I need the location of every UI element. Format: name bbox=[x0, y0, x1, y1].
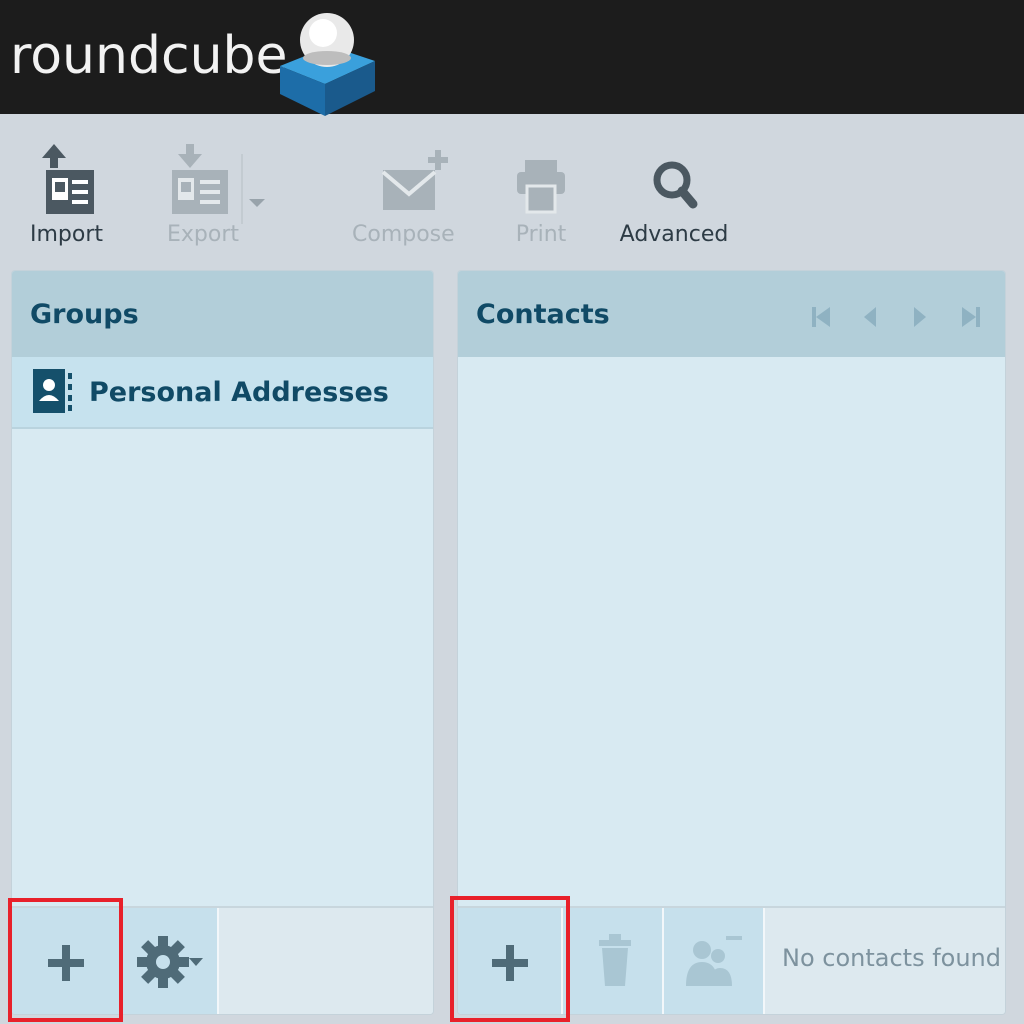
remove-from-group-button[interactable] bbox=[664, 908, 763, 1014]
address-book-icon bbox=[33, 369, 72, 413]
delete-contact-button[interactable] bbox=[563, 908, 662, 1014]
groups-header: Groups bbox=[12, 271, 433, 357]
import-button[interactable]: Import bbox=[30, 144, 103, 247]
logo-text: roundcube bbox=[10, 26, 288, 86]
previous-page-icon[interactable] bbox=[860, 305, 880, 329]
add-contact-highlight bbox=[450, 896, 570, 1022]
group-item-personal-addresses[interactable]: Personal Addresses bbox=[12, 357, 433, 429]
first-page-icon[interactable] bbox=[808, 305, 834, 329]
contacts-header: Contacts bbox=[458, 271, 1005, 357]
roundcube-logo-icon bbox=[280, 13, 375, 116]
search-icon bbox=[653, 161, 698, 209]
advanced-label: Advanced bbox=[619, 222, 729, 247]
contacts-title: Contacts bbox=[476, 299, 610, 330]
contacts-status: No contacts found bbox=[782, 944, 1001, 972]
print-label: Print bbox=[515, 222, 567, 247]
toolbar: Import Export Compose Print Advanced bbox=[0, 114, 1024, 264]
import-icon bbox=[41, 144, 94, 214]
next-page-icon[interactable] bbox=[910, 305, 930, 329]
export-label: Export bbox=[167, 222, 240, 247]
remove-user-icon bbox=[686, 936, 742, 986]
print-button[interactable]: Print bbox=[513, 144, 569, 247]
group-item-label: Personal Addresses bbox=[89, 377, 389, 408]
advanced-search-button[interactable]: Advanced bbox=[619, 144, 729, 247]
export-icon bbox=[172, 144, 228, 214]
print-icon bbox=[517, 160, 565, 214]
gear-icon bbox=[137, 936, 203, 988]
import-label: Import bbox=[30, 222, 104, 247]
export-dropdown-icon[interactable] bbox=[249, 199, 265, 207]
top-bar: roundcube bbox=[0, 0, 1024, 116]
trash-icon bbox=[599, 934, 631, 986]
add-group-highlight bbox=[8, 898, 123, 1022]
last-page-icon[interactable] bbox=[958, 305, 984, 329]
groups-title: Groups bbox=[30, 299, 139, 330]
compose-icon bbox=[382, 150, 449, 210]
compose-label: Compose bbox=[352, 222, 455, 247]
export-button[interactable]: Export bbox=[167, 144, 239, 247]
footer-divider bbox=[217, 908, 219, 1014]
compose-button[interactable]: Compose bbox=[352, 144, 455, 247]
group-options-button[interactable] bbox=[123, 908, 217, 1014]
export-separator bbox=[241, 154, 243, 224]
footer-divider bbox=[763, 908, 765, 1014]
